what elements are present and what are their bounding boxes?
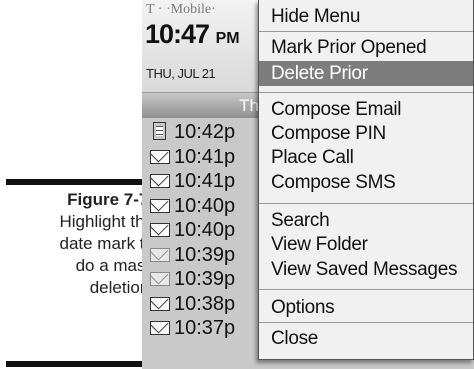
- menu-item-view-saved-messages[interactable]: View Saved Messages: [259, 257, 473, 282]
- opened-envelope-icon: [150, 247, 170, 262]
- envelope-icon: [150, 174, 170, 188]
- date-header-row[interactable]: Th: [142, 93, 259, 118]
- message-time: 10:42p: [174, 121, 236, 143]
- list-item[interactable]: 10:41p: [142, 170, 259, 195]
- figure-caption: Figure 7-7: Highlight the date mark to d…: [0, 189, 154, 299]
- clock: 10:47 PM: [145, 19, 240, 50]
- message-time: 10:41p: [174, 170, 236, 192]
- menu-item-hide-menu[interactable]: Hide Menu: [259, 4, 473, 29]
- clock-time: 10:47: [145, 19, 210, 49]
- list-item[interactable]: 10:38p: [142, 293, 259, 318]
- figure-label: Figure 7-7:: [67, 190, 154, 209]
- menu-item-search[interactable]: Search: [259, 208, 473, 233]
- menu-separator: [259, 322, 473, 323]
- menu-item-options[interactable]: Options: [259, 295, 473, 320]
- envelope-icon: [150, 149, 170, 164]
- menu-item-compose-email[interactable]: Compose Email: [259, 97, 473, 122]
- message-time: 10:39p: [174, 243, 236, 266]
- menu-item-delete-prior[interactable]: Delete Prior: [259, 61, 473, 86]
- caption-bottom-rule: [6, 361, 154, 367]
- envelope-icon: [150, 223, 170, 237]
- list-item[interactable]: 10:41p: [142, 146, 259, 171]
- caption-line-2: date mark to: [59, 234, 155, 253]
- list-item[interactable]: 10:42p: [142, 121, 259, 146]
- status-header: T · ·Mobile· 10:47 PM THU, JUL 21: [142, 0, 259, 93]
- message-time: 10:39p: [174, 268, 236, 290]
- envelope-icon: [150, 321, 170, 335]
- list-item[interactable]: 10:39p: [142, 244, 259, 269]
- message-time: 10:38p: [174, 292, 236, 315]
- list-item[interactable]: 10:37p: [142, 317, 259, 342]
- envelope-icon: [150, 198, 170, 213]
- menu-item-close[interactable]: Close: [259, 326, 473, 351]
- message-list: 10:42p 10:41p 10:41p 10:40p 10:40p 10:39…: [142, 121, 259, 342]
- envelope-icon: [150, 296, 170, 311]
- caption-line-3: do a mass: [75, 256, 154, 275]
- caption-top-rule: [6, 179, 154, 185]
- message-time: 10:37p: [174, 317, 236, 339]
- menu-item-compose-pin[interactable]: Compose PIN: [259, 121, 473, 146]
- document-icon: [153, 122, 166, 140]
- menu-separator: [259, 31, 473, 32]
- list-item[interactable]: 10:40p: [142, 219, 259, 244]
- menu-separator: [259, 203, 473, 204]
- context-menu: Hide Menu Mark Prior Opened Delete Prior…: [258, 0, 474, 360]
- status-date: THU, JUL 21: [146, 66, 216, 81]
- carrier-name: T · ·Mobile·: [146, 2, 216, 17]
- list-item[interactable]: 10:40p: [142, 195, 259, 220]
- message-time: 10:40p: [174, 219, 236, 241]
- message-time: 10:41p: [174, 145, 236, 168]
- menu-item-compose-sms[interactable]: Compose SMS: [259, 170, 473, 195]
- caption-line-1: Highlight the: [59, 212, 154, 231]
- list-item[interactable]: 10:39p: [142, 268, 259, 293]
- menu-item-mark-prior-opened[interactable]: Mark Prior Opened: [259, 35, 473, 60]
- date-header-label: Th: [239, 96, 259, 115]
- message-time: 10:40p: [174, 194, 236, 217]
- menu-item-view-folder[interactable]: View Folder: [259, 232, 473, 257]
- menu-separator: [259, 92, 473, 93]
- menu-item-place-call[interactable]: Place Call: [259, 145, 473, 170]
- opened-envelope-icon: [150, 272, 170, 286]
- clock-ampm: PM: [215, 30, 240, 47]
- menu-separator: [259, 289, 473, 290]
- caption-line-4: deletion.: [89, 278, 154, 297]
